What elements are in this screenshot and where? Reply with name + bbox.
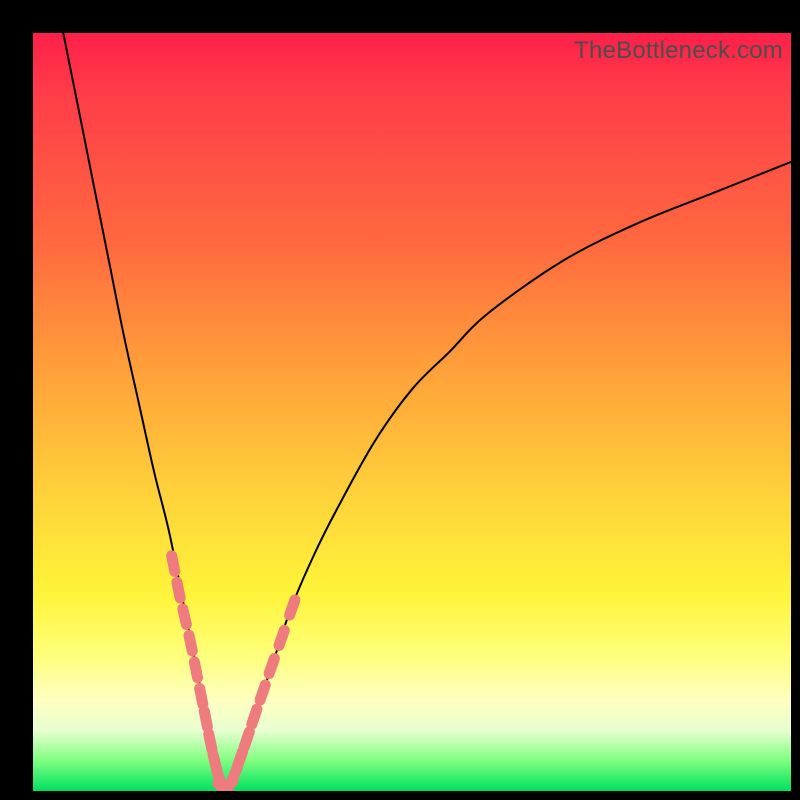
marker-segment [204,711,207,727]
marker-segment [269,658,274,673]
marker-segment [172,556,175,572]
outer-frame: TheBottleneck.com [0,0,800,800]
bottleneck-curve [63,33,791,791]
marker-segment [209,734,212,750]
marker-segment [290,600,295,615]
marker-segment [279,630,284,645]
chart-overlay [33,33,791,791]
marker-segment [244,732,249,747]
marker-segment [194,662,197,678]
marker-segment [252,709,257,724]
marker-segment [237,752,242,767]
plot-area: TheBottleneck.com [33,33,791,791]
marker-segment [183,609,187,625]
marker-segment [200,688,203,704]
marker-segment [189,635,192,651]
marker-segment [260,685,265,700]
marker-group [172,556,295,791]
marker-segment [177,582,180,598]
